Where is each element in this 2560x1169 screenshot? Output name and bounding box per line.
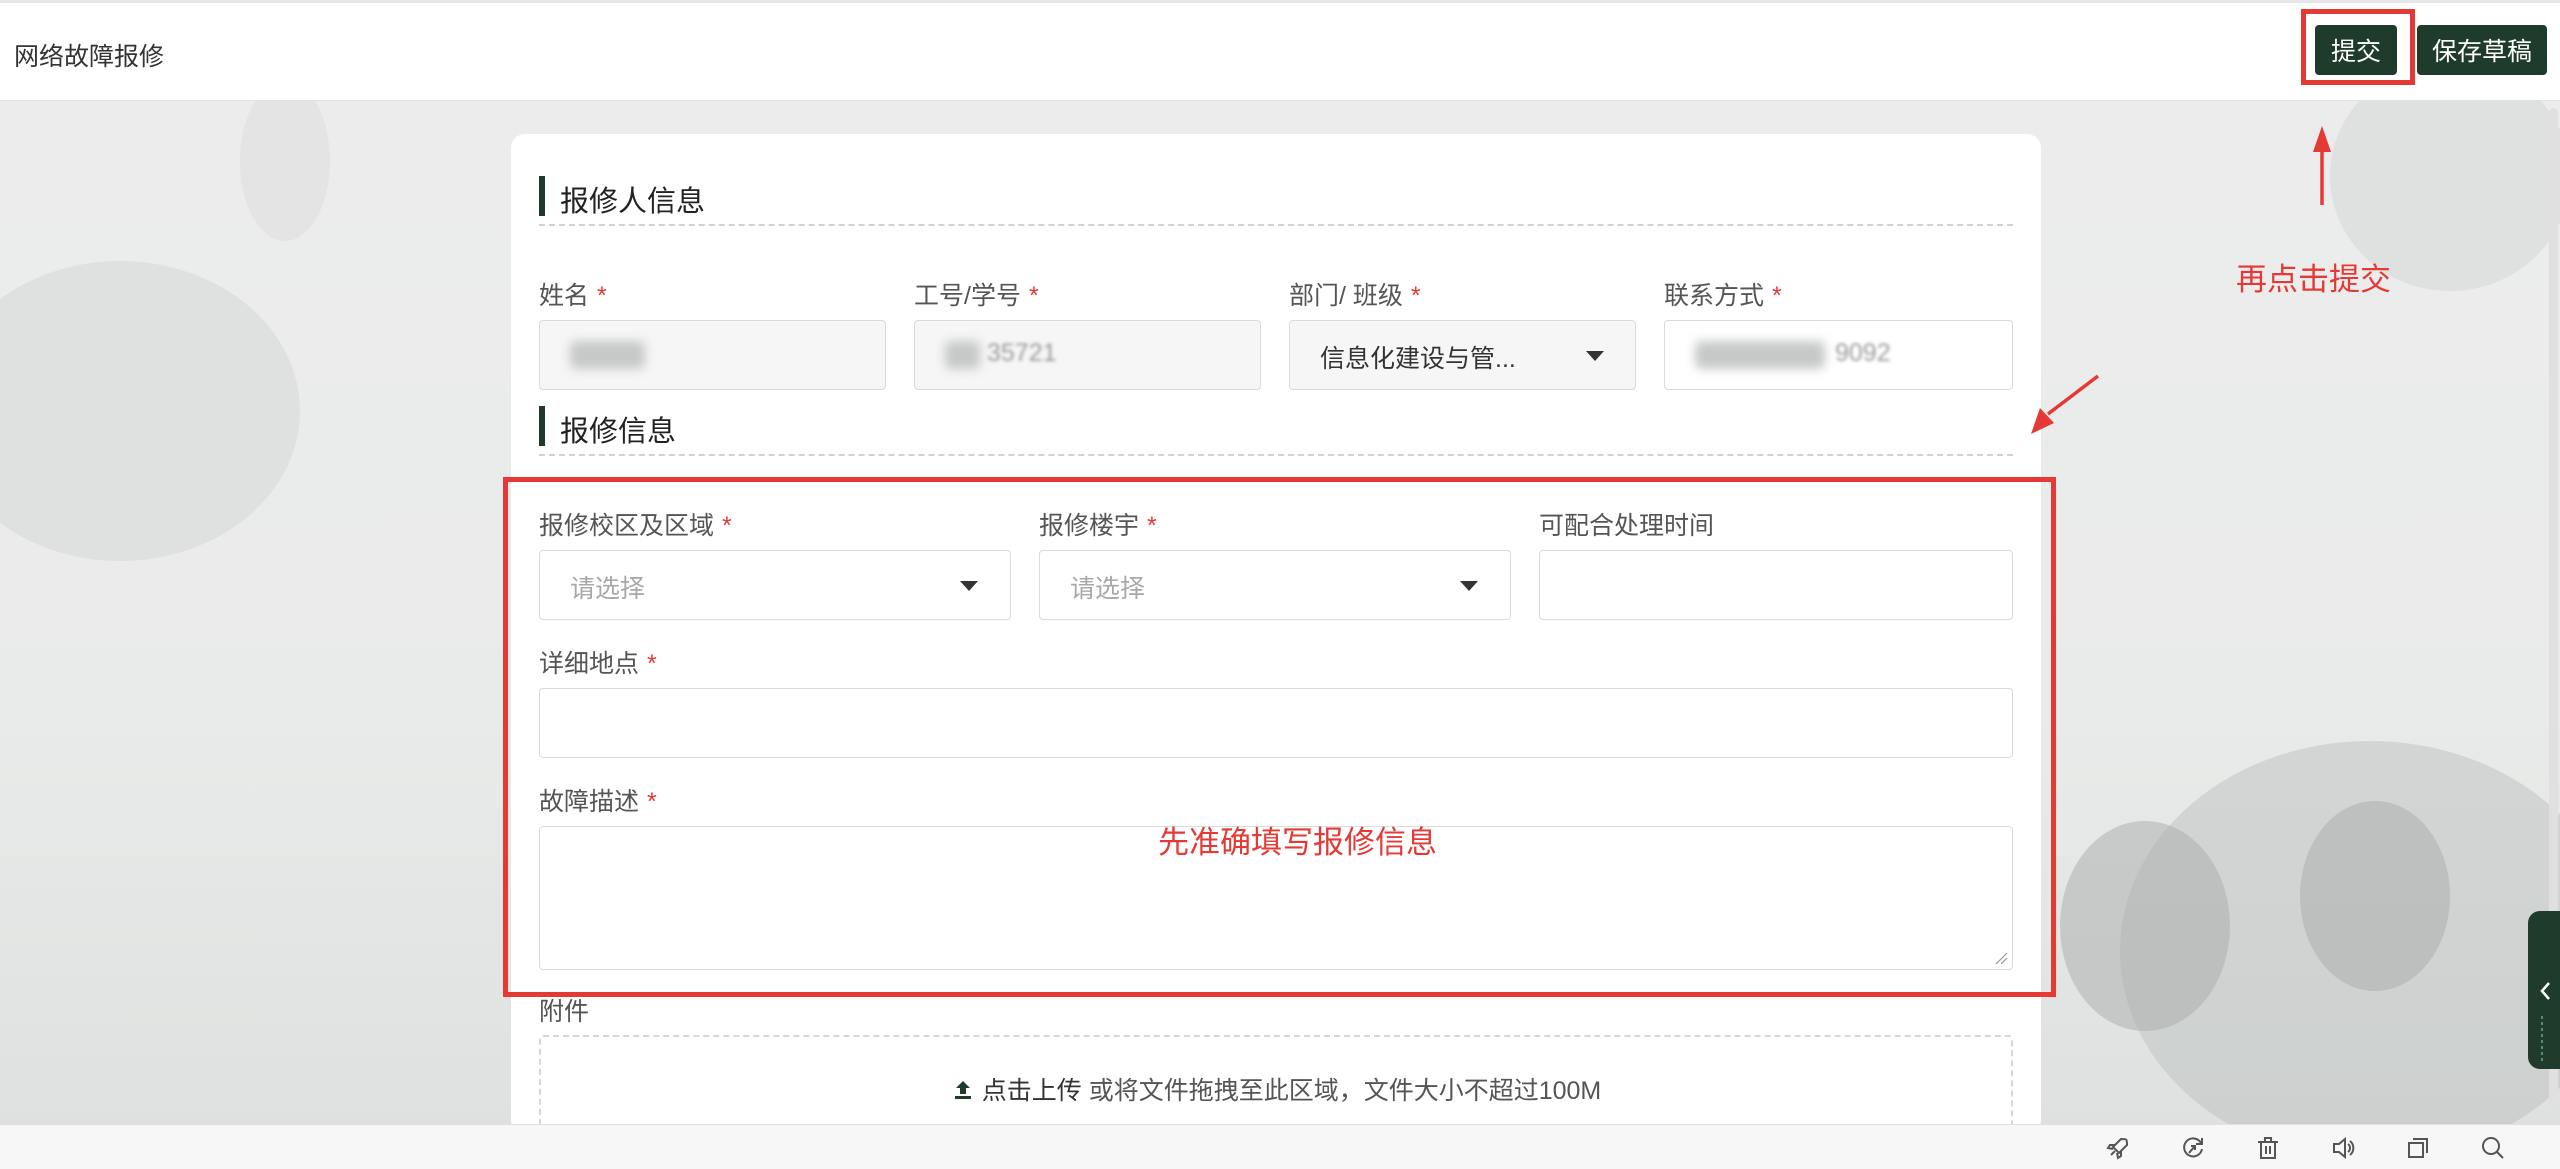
- refresh-icon[interactable]: [2178, 1133, 2208, 1163]
- bottom-toolbar: [0, 1124, 2560, 1169]
- trash-icon[interactable]: [2253, 1133, 2283, 1163]
- copy-icon[interactable]: [2403, 1133, 2433, 1163]
- annotation-arrows: [2031, 126, 2331, 434]
- rocket-icon[interactable]: [2103, 1133, 2133, 1163]
- search-icon[interactable]: [2478, 1133, 2508, 1163]
- side-collapse-tab[interactable]: [2528, 911, 2560, 1069]
- chevron-left-icon: [2540, 982, 2550, 1061]
- annotation-arrow-diagonal: [2031, 374, 2100, 434]
- speaker-icon[interactable]: [2328, 1133, 2358, 1163]
- annotation-arrow-up: [2313, 126, 2331, 205]
